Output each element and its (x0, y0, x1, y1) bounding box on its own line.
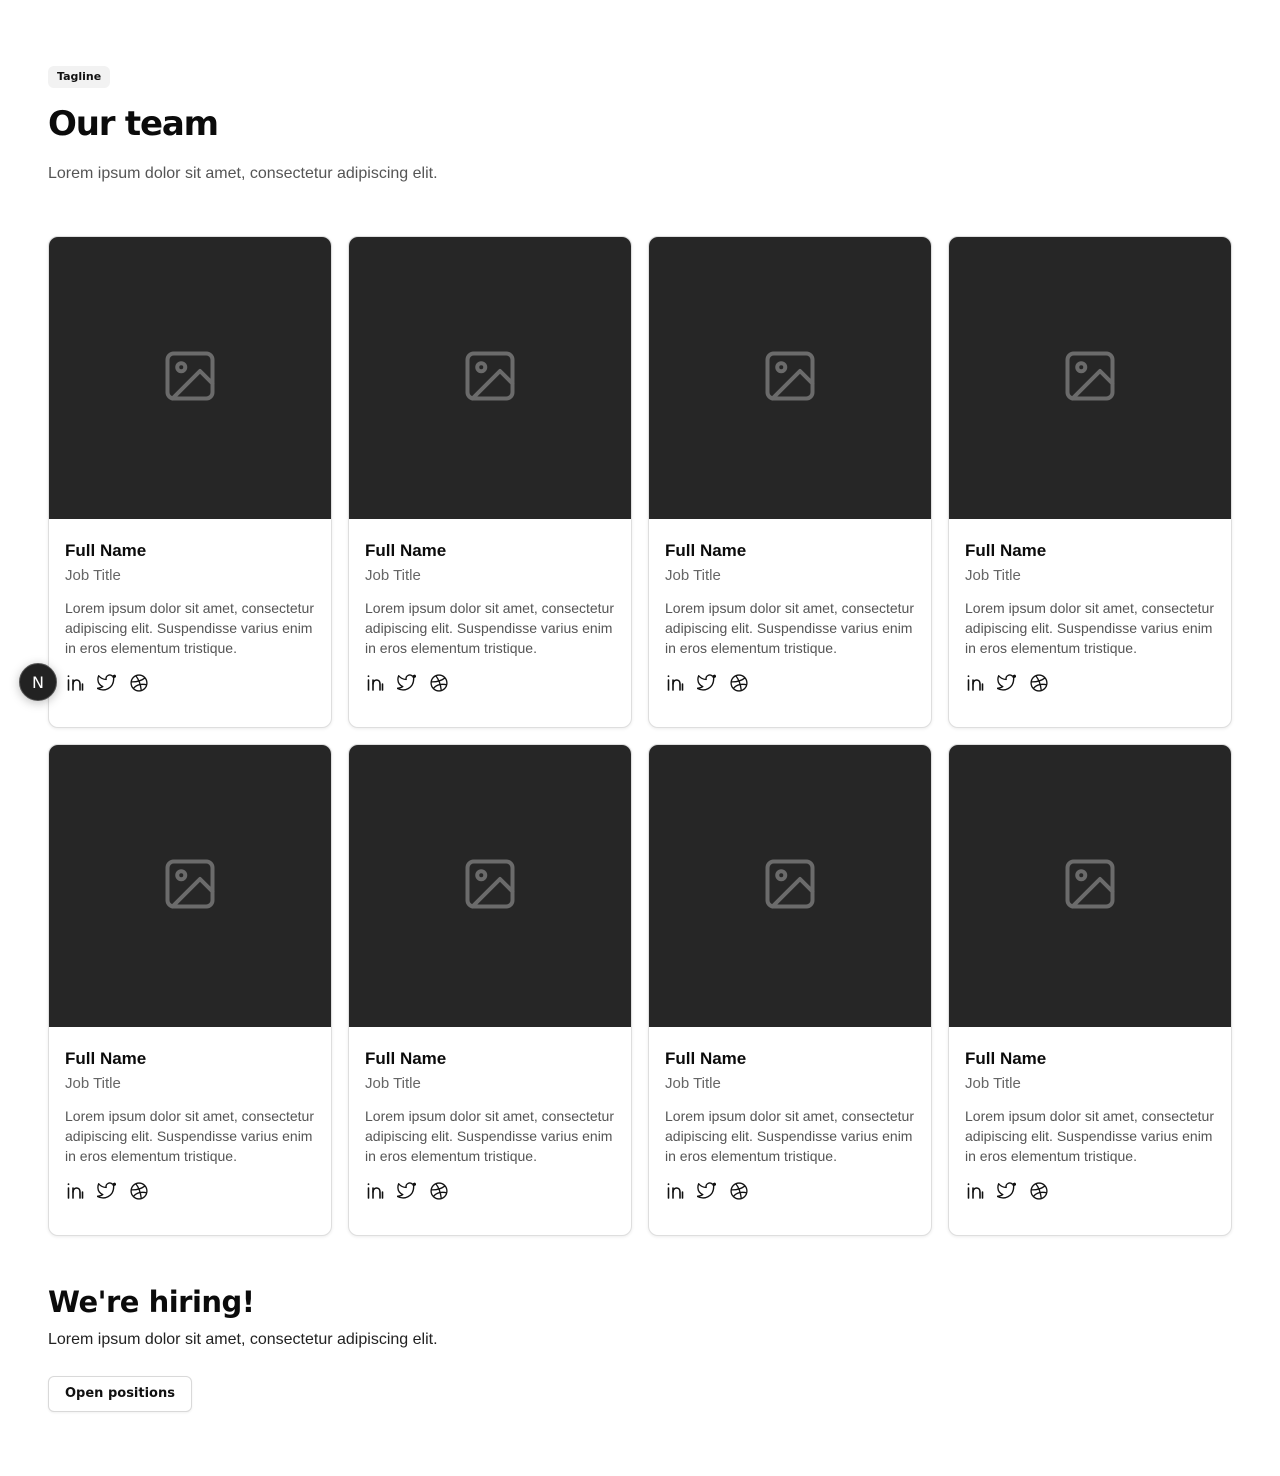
nextjs-devtools-icon[interactable]: N (19, 663, 57, 701)
member-job-title: Job Title (365, 1075, 421, 1092)
member-name: Full Name (965, 1049, 1047, 1068)
social-links (965, 673, 1215, 693)
member-job-title: Job Title (965, 567, 1021, 584)
member-photo (949, 237, 1231, 519)
linkedin-icon[interactable] (365, 673, 385, 693)
image-placeholder-icon (460, 854, 520, 918)
dribbble-icon[interactable] (429, 1181, 449, 1201)
member-photo (49, 745, 331, 1027)
twitter-icon[interactable] (397, 1181, 417, 1201)
member-bio: Lorem ipsum dolor sit amet, consectetur … (365, 600, 614, 656)
member-name: Full Name (365, 541, 447, 560)
linkedin-icon[interactable] (965, 1181, 985, 1201)
member-photo (649, 237, 931, 519)
team-card: Full Name Job Title Lorem ipsum dolor si… (348, 744, 632, 1236)
team-card: Full Name Job Title Lorem ipsum dolor si… (348, 236, 632, 728)
image-placeholder-icon (760, 346, 820, 410)
linkedin-icon[interactable] (65, 1181, 85, 1201)
linkedin-icon[interactable] (665, 1181, 685, 1201)
social-links (665, 1181, 915, 1201)
image-placeholder-icon (160, 346, 220, 410)
member-bio: Lorem ipsum dolor sit amet, consectetur … (665, 1108, 914, 1164)
team-card: Full Name Job Title Lorem ipsum dolor si… (948, 744, 1232, 1236)
team-card: Full Name Job Title Lorem ipsum dolor si… (948, 236, 1232, 728)
member-photo (349, 745, 631, 1027)
open-positions-button[interactable]: Open positions (48, 1376, 192, 1412)
member-photo (349, 237, 631, 519)
linkedin-icon[interactable] (65, 673, 85, 693)
twitter-icon[interactable] (997, 673, 1017, 693)
dribbble-icon[interactable] (729, 1181, 749, 1201)
dribbble-icon[interactable] (129, 1181, 149, 1201)
member-job-title: Job Title (65, 1075, 121, 1092)
social-links (965, 1181, 1215, 1201)
twitter-icon[interactable] (697, 1181, 717, 1201)
dribbble-icon[interactable] (129, 673, 149, 693)
image-placeholder-icon (160, 854, 220, 918)
social-links (365, 1181, 615, 1201)
linkedin-icon[interactable] (365, 1181, 385, 1201)
page-title: Our team (48, 104, 219, 144)
twitter-icon[interactable] (697, 673, 717, 693)
image-placeholder-icon (460, 346, 520, 410)
dribbble-icon[interactable] (1029, 1181, 1049, 1201)
member-bio: Lorem ipsum dolor sit amet, consectetur … (65, 1108, 314, 1164)
linkedin-icon[interactable] (665, 673, 685, 693)
hiring-title: We're hiring! (48, 1285, 255, 1319)
hiring-text: Lorem ipsum dolor sit amet, consectetur … (48, 1331, 438, 1348)
member-name: Full Name (665, 1049, 747, 1068)
twitter-icon[interactable] (397, 673, 417, 693)
member-photo (649, 745, 931, 1027)
member-bio: Lorem ipsum dolor sit amet, consectetur … (965, 600, 1214, 656)
social-links (365, 673, 615, 693)
member-photo (49, 237, 331, 519)
member-name: Full Name (65, 541, 147, 560)
page-subtitle: Lorem ipsum dolor sit amet, consectetur … (48, 165, 438, 182)
dribbble-icon[interactable] (1029, 673, 1049, 693)
member-bio: Lorem ipsum dolor sit amet, consectetur … (365, 1108, 614, 1164)
member-job-title: Job Title (665, 1075, 721, 1092)
image-placeholder-icon (760, 854, 820, 918)
member-job-title: Job Title (365, 567, 421, 584)
dribbble-icon[interactable] (729, 673, 749, 693)
linkedin-icon[interactable] (965, 673, 985, 693)
tagline-badge: Tagline (48, 66, 111, 88)
member-photo (949, 745, 1231, 1027)
member-name: Full Name (965, 541, 1047, 560)
team-card: Full Name Job Title Lorem ipsum dolor si… (48, 744, 332, 1236)
social-links (65, 673, 315, 693)
member-job-title: Job Title (665, 567, 721, 584)
member-job-title: Job Title (965, 1075, 1021, 1092)
team-card: Full Name Job Title Lorem ipsum dolor si… (48, 236, 332, 728)
team-card: Full Name Job Title Lorem ipsum dolor si… (648, 236, 932, 728)
member-bio: Lorem ipsum dolor sit amet, consectetur … (665, 600, 914, 656)
image-placeholder-icon (1060, 854, 1120, 918)
social-links (65, 1181, 315, 1201)
dribbble-icon[interactable] (429, 673, 449, 693)
team-card: Full Name Job Title Lorem ipsum dolor si… (648, 744, 932, 1236)
member-bio: Lorem ipsum dolor sit amet, consectetur … (965, 1108, 1214, 1164)
image-placeholder-icon (1060, 346, 1120, 410)
member-name: Full Name (365, 1049, 447, 1068)
member-name: Full Name (665, 541, 747, 560)
member-name: Full Name (65, 1049, 147, 1068)
member-bio: Lorem ipsum dolor sit amet, consectetur … (65, 600, 314, 656)
social-links (665, 673, 915, 693)
member-job-title: Job Title (65, 567, 121, 584)
twitter-icon[interactable] (97, 1181, 117, 1201)
twitter-icon[interactable] (997, 1181, 1017, 1201)
team-grid: Full Name Job Title Lorem ipsum dolor si… (48, 236, 1232, 1236)
twitter-icon[interactable] (97, 673, 117, 693)
